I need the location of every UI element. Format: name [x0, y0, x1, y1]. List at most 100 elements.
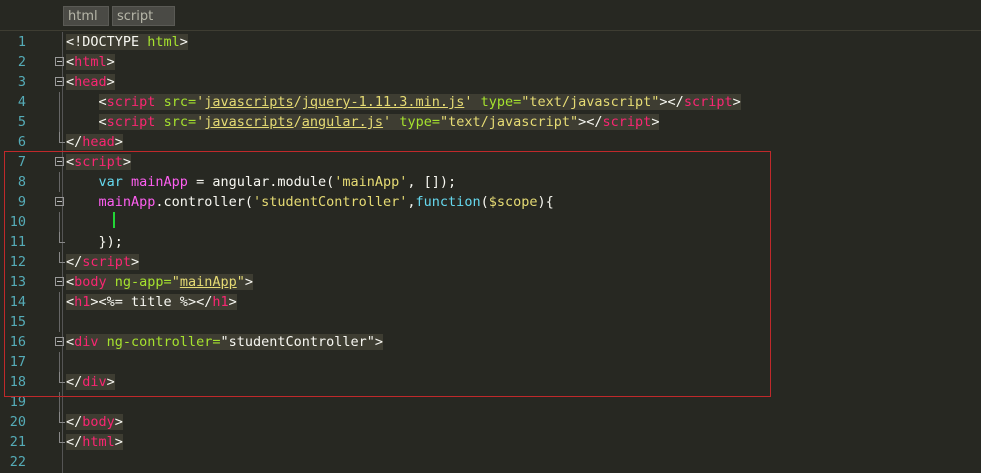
code-token: mainApp: [98, 194, 156, 210]
fold-toggle-icon[interactable]: [55, 192, 64, 212]
code-token: src=: [155, 114, 197, 130]
fold-line-icon: [55, 312, 64, 332]
code-token: "text/javascript": [521, 94, 660, 110]
code-token: script: [106, 94, 156, 110]
code-token: >: [122, 154, 132, 170]
code-token: </: [66, 434, 83, 450]
line-number: 1: [17, 34, 26, 50]
code-token: var: [98, 174, 132, 190]
code-token: >: [732, 94, 741, 110]
fold-toggle-icon[interactable]: [55, 152, 64, 172]
code-token: ng-controller=: [98, 334, 221, 350]
fold-toggle-icon[interactable]: [55, 52, 64, 72]
code-token: ng-app=: [106, 274, 172, 290]
code-token: .controller(: [155, 194, 253, 210]
code-token: script: [74, 154, 123, 170]
line-number: 4: [17, 94, 26, 110]
code-token: 'studentController': [252, 194, 408, 210]
line-number: 18: [9, 374, 26, 390]
fold-line-icon: [55, 172, 64, 192]
line-number: 2: [17, 54, 26, 70]
code-token: ": [171, 274, 180, 290]
code-token: type=: [391, 114, 440, 130]
code-token: <: [98, 94, 107, 110]
code-line-6[interactable]: </head>: [66, 132, 123, 152]
tab-bar: html script: [0, 0, 981, 31]
code-line-2[interactable]: <html>: [66, 52, 115, 72]
code-token: <: [66, 154, 75, 170]
fold-toggle-icon[interactable]: [55, 272, 64, 292]
code-editor[interactable]: html script 1 2 3 4 5 6 7 8 9 10 11 12 1…: [0, 0, 981, 473]
tab-html[interactable]: html: [63, 6, 109, 26]
code-token: script: [683, 94, 733, 110]
fold-end-icon: [55, 252, 65, 272]
code-line-5[interactable]: <script src='javascripts/angular.js' typ…: [66, 112, 660, 132]
code-line-20[interactable]: </body>: [66, 412, 123, 432]
code-token: body: [82, 414, 115, 430]
line-number: 10: [9, 214, 26, 230]
code-token: html: [82, 434, 115, 450]
code-line-1[interactable]: <!DOCTYPE html>: [66, 32, 188, 52]
code-token: /: [293, 94, 302, 110]
code-token: ': [196, 94, 205, 110]
code-token: ": [236, 274, 245, 290]
code-line-11[interactable]: });: [66, 232, 123, 252]
code-token: (: [480, 194, 489, 210]
code-token: script: [106, 114, 156, 130]
code-token: div: [74, 334, 99, 350]
code-line-4[interactable]: <script src='javascripts/jquery-1.11.3.m…: [66, 92, 741, 112]
code-line-16[interactable]: <div ng-controller="studentController">: [66, 332, 384, 352]
code-line-7[interactable]: <script>: [66, 152, 132, 172]
code-token: type=: [472, 94, 522, 110]
fold-line-icon: [55, 212, 64, 232]
code-line-12[interactable]: </script>: [66, 252, 140, 272]
code-token: html: [74, 54, 107, 70]
code-token: h1: [212, 294, 229, 310]
code-token: ': [196, 114, 205, 130]
code-token: >: [106, 74, 115, 90]
fold-toggle-icon[interactable]: [55, 72, 64, 92]
code-token: head: [74, 74, 107, 90]
fold-line-icon: [55, 392, 64, 412]
code-token: 'mainApp': [334, 174, 408, 190]
code-token: mainApp: [131, 174, 188, 190]
code-token: ><%= title %></: [90, 294, 213, 310]
code-token: h1: [74, 294, 91, 310]
code-token: script: [82, 254, 132, 270]
line-number: 6: [17, 134, 26, 150]
fold-end-icon: [55, 372, 65, 392]
code-token: >: [244, 274, 254, 290]
line-number: 22: [9, 454, 26, 470]
code-line-9[interactable]: mainApp.controller('studentController',f…: [66, 192, 554, 212]
code-token: javascripts: [204, 114, 294, 130]
code-token: <!DOCTYPE: [66, 34, 148, 50]
code-token: html: [147, 34, 180, 50]
line-number: 21: [9, 434, 26, 450]
code-token: "text/javascript": [439, 114, 579, 130]
fold-end-icon: [55, 132, 65, 152]
code-token: });: [98, 234, 123, 250]
tab-script[interactable]: script: [112, 6, 175, 26]
code-line-8[interactable]: var mainApp = angular.module('mainApp', …: [66, 172, 457, 192]
code-line-18[interactable]: </div>: [66, 372, 115, 392]
code-token: "studentController": [220, 334, 375, 350]
code-token: jquery-1.11.3.min.js: [301, 94, 465, 110]
code-token: angular.js: [301, 114, 384, 130]
code-token: body: [74, 274, 107, 290]
line-number: 13: [9, 274, 26, 290]
code-token: head: [82, 134, 115, 150]
code-token: >: [114, 434, 123, 450]
code-line-21[interactable]: </html>: [66, 432, 123, 452]
code-token: ': [383, 114, 392, 130]
code-token: script: [602, 114, 652, 130]
code-token: mainApp: [179, 274, 237, 290]
code-token: javascripts: [204, 94, 294, 110]
code-line-14[interactable]: <h1><%= title %></h1>: [66, 292, 237, 312]
fold-line-icon: [55, 112, 64, 132]
code-line-3[interactable]: <head>: [66, 72, 115, 92]
line-number: 16: [9, 334, 26, 350]
line-number: 9: [17, 194, 26, 210]
code-line-13[interactable]: <body ng-app="mainApp">: [66, 272, 254, 292]
fold-toggle-icon[interactable]: [55, 332, 64, 352]
line-number: 12: [9, 254, 26, 270]
